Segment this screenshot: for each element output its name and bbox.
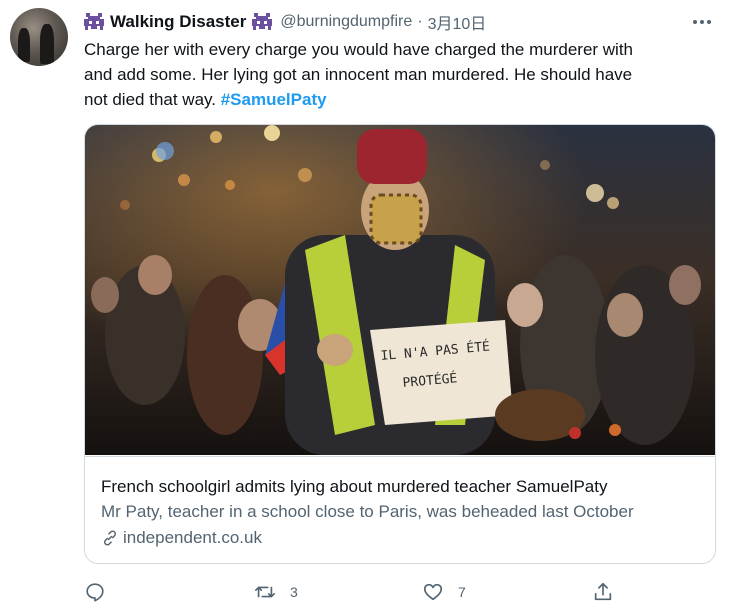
card-body[interactable]: French schoolgirl admits lying about mur… bbox=[85, 456, 715, 563]
tweet-text-line: not died that way. #SamuelPaty bbox=[84, 87, 704, 112]
card-domain[interactable]: independent.co.uk bbox=[101, 528, 262, 548]
alien-emoji-icon bbox=[84, 13, 104, 30]
like-count: 7 bbox=[458, 584, 466, 600]
alien-emoji-icon bbox=[252, 13, 273, 30]
share-button[interactable] bbox=[592, 578, 614, 606]
like-button[interactable]: 7 bbox=[422, 578, 466, 606]
avatar-figure-right bbox=[40, 24, 54, 64]
avatar-figure-left bbox=[18, 28, 30, 62]
retweet-button[interactable]: 3 bbox=[254, 578, 298, 606]
card-domain-text[interactable]: independent.co.uk bbox=[123, 528, 262, 548]
tweet-text: Charge her with every charge you would h… bbox=[84, 37, 704, 112]
separator-dot: · bbox=[417, 13, 423, 30]
link-icon bbox=[103, 530, 117, 546]
retweet-icon bbox=[255, 586, 275, 598]
tweet-text-line-end: not died that way. bbox=[84, 90, 221, 109]
tweet-text-line: and add some. Her lying got an innocent … bbox=[84, 65, 633, 84]
author-handle[interactable]: @burningdumpfire bbox=[280, 13, 412, 31]
reply-icon bbox=[86, 583, 104, 602]
hashtag-link[interactable]: #SamuelPaty bbox=[221, 90, 327, 109]
tweet-actions: 3 7 bbox=[84, 578, 624, 606]
like-icon bbox=[423, 583, 443, 601]
share-icon bbox=[594, 582, 612, 601]
tweet-header: Walking Disaster @burningdumpfire · 3月10… bbox=[84, 10, 719, 34]
author-name[interactable]: Walking Disaster bbox=[110, 12, 246, 32]
avatar[interactable] bbox=[10, 8, 68, 66]
card-description: Mr Paty, teacher in a school close to Pa… bbox=[101, 502, 634, 521]
reply-button[interactable] bbox=[84, 578, 106, 606]
more-icon[interactable] bbox=[689, 12, 715, 32]
tweet-date[interactable]: 3月10日 bbox=[428, 10, 487, 34]
link-card[interactable]: IL N'A PAS ÉTÉ PROTÉGÉ French schoolgirl… bbox=[84, 124, 716, 564]
card-title[interactable]: French schoolgirl admits lying about mur… bbox=[101, 477, 607, 497]
tweet-text-line: Charge her with every charge you would h… bbox=[84, 40, 634, 59]
retweet-count: 3 bbox=[290, 584, 298, 600]
card-photo[interactable]: IL N'A PAS ÉTÉ PROTÉGÉ bbox=[85, 125, 715, 455]
